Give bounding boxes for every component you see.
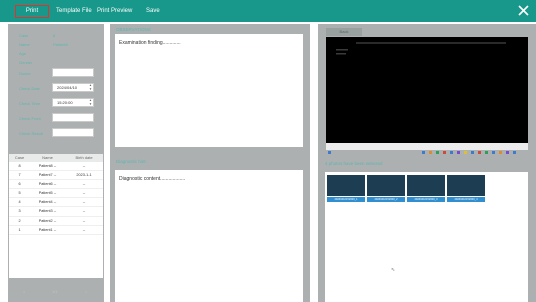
page-indicator: 1/1 xyxy=(52,289,58,294)
name-cell: Patient6 -- xyxy=(38,182,57,187)
back-button[interactable]: Back xyxy=(326,28,362,36)
name-cell: Patient8 -- xyxy=(38,164,57,168)
case-cell: 6 xyxy=(18,182,21,187)
template-file-button[interactable]: Template File xyxy=(56,5,92,18)
name-cell: Patient4 -- xyxy=(38,200,57,205)
image-panel: Back 4 photos have been selected 2024041… xyxy=(318,24,536,302)
screen-capture-image xyxy=(326,37,528,143)
case-table: Case Name Birth date 8 Patient8 -- -- 7 … xyxy=(9,154,103,278)
photo-thumbnail[interactable] xyxy=(327,175,365,196)
table-row[interactable]: 7 Patient7 -- 2023-1-1 xyxy=(9,171,103,181)
name-label: Name xyxy=(19,42,30,47)
case-cell: 4 xyxy=(18,200,21,205)
photo-label: 20240410152000_2 xyxy=(367,197,405,202)
preview-taskbar xyxy=(326,143,528,154)
check-result-label: Check Result xyxy=(19,131,43,136)
case-value: 8 xyxy=(53,33,56,38)
check-date-label: Check Date xyxy=(19,86,40,91)
photo-thumbnail[interactable] xyxy=(407,175,445,196)
birth-cell: -- xyxy=(82,191,86,196)
observations-text: Examination finding............. xyxy=(119,40,181,46)
print-button[interactable]: Print xyxy=(15,5,49,18)
birth-cell: -- xyxy=(82,200,86,205)
check-from-field[interactable] xyxy=(52,113,94,122)
name-cell: Patient3 -- xyxy=(38,209,57,214)
diagnostic-title: Diagnostic hint: xyxy=(116,159,147,164)
check-date-field[interactable]: 2024/04/10 ▲ ▼ xyxy=(52,83,94,92)
birth-cell: -- xyxy=(82,218,86,223)
photo-label: 20240410152000_1 xyxy=(327,197,365,202)
table-row[interactable]: 1 Patient1 -- -- xyxy=(9,226,103,235)
observations-title: OBSERVATIONS xyxy=(116,27,151,32)
birth-cell: -- xyxy=(82,209,86,214)
check-result-field[interactable] xyxy=(52,128,94,137)
name-value: Patient8 xyxy=(53,42,68,47)
column-header-case[interactable]: Case xyxy=(9,154,30,162)
table-row[interactable]: 8 Patient8 -- -- xyxy=(9,162,103,172)
case-cell: 1 xyxy=(18,227,21,232)
diagnostic-textarea[interactable]: Diagnostic content.................. xyxy=(115,170,303,302)
check-time-value: 15:20:00 xyxy=(57,100,73,105)
check-from-label: Check From xyxy=(19,116,41,121)
taskbar-icons xyxy=(328,151,516,154)
spinner-arrows-icon[interactable]: ▲ ▼ xyxy=(89,83,92,91)
table-row[interactable]: 3 Patient3 -- -- xyxy=(9,207,103,217)
doctor-label: Doctor xyxy=(19,71,31,76)
observations-textarea[interactable]: Examination finding............. xyxy=(115,34,303,147)
diagnostic-text: Diagnostic content.................. xyxy=(119,176,186,182)
next-page-button[interactable]: > xyxy=(85,289,87,294)
save-button[interactable]: Save xyxy=(146,5,160,18)
close-icon[interactable] xyxy=(517,4,530,17)
column-header-name[interactable]: Name xyxy=(30,154,65,162)
name-cell: Patient1 -- xyxy=(38,227,57,232)
case-cell: 2 xyxy=(18,218,21,223)
table-row[interactable]: 4 Patient4 -- -- xyxy=(9,198,103,208)
birth-cell: -- xyxy=(82,164,86,168)
case-cell: 8 xyxy=(18,164,21,168)
photo-label: 20240410152000_3 xyxy=(407,197,445,202)
print-preview-button[interactable]: Print Preview xyxy=(97,5,132,18)
table-header: Case Name Birth date xyxy=(9,154,103,162)
column-header-birth-date[interactable]: Birth date xyxy=(65,154,103,162)
table-row[interactable]: 6 Patient6 -- -- xyxy=(9,180,103,190)
case-cell: 3 xyxy=(18,209,21,214)
patient-panel: Case 8 Name Patient8 Age Gender Doctor C… xyxy=(8,24,104,302)
table-row[interactable]: 5 Patient5 -- -- xyxy=(9,189,103,199)
prev-page-button[interactable]: < xyxy=(23,289,25,294)
photo-gallery: 20240410152000_1 20240410152000_2 202404… xyxy=(325,172,528,302)
report-panel: OBSERVATIONS Examination finding........… xyxy=(110,24,310,302)
name-cell: Patient5 -- xyxy=(38,191,57,196)
photo-thumbnail[interactable] xyxy=(367,175,405,196)
spinner-arrows-icon[interactable]: ▲ ▼ xyxy=(89,98,92,106)
check-time-field[interactable]: 15:20:00 ▲ ▼ xyxy=(52,98,94,107)
birth-cell: 2023-1-1 xyxy=(76,173,92,178)
mouse-cursor-icon: ⇖ xyxy=(391,267,396,273)
name-cell: Patient2 -- xyxy=(38,218,57,223)
photos-count-title: 4 photos have been selected xyxy=(325,161,383,166)
photo-label: 20240410152000_4 xyxy=(447,197,485,202)
birth-cell: -- xyxy=(82,182,86,187)
gender-label: Gender xyxy=(19,60,33,65)
toolbar: Print Template File Print Preview Save xyxy=(0,0,536,22)
pagination: < 1/1 > xyxy=(8,289,104,297)
check-time-label: Check Time xyxy=(19,101,41,106)
case-cell: 5 xyxy=(18,191,21,196)
birth-cell: -- xyxy=(82,227,86,232)
case-label: Case xyxy=(19,33,29,38)
photo-thumbnail[interactable] xyxy=(447,175,485,196)
capture-preview xyxy=(326,37,528,143)
age-label: Age xyxy=(19,51,27,56)
check-date-value: 2024/04/10 xyxy=(57,85,78,90)
name-cell: Patient7 -- xyxy=(38,173,57,178)
case-cell: 7 xyxy=(18,173,21,178)
doctor-field[interactable] xyxy=(52,68,94,77)
table-row[interactable]: 2 Patient2 -- -- xyxy=(9,217,103,226)
